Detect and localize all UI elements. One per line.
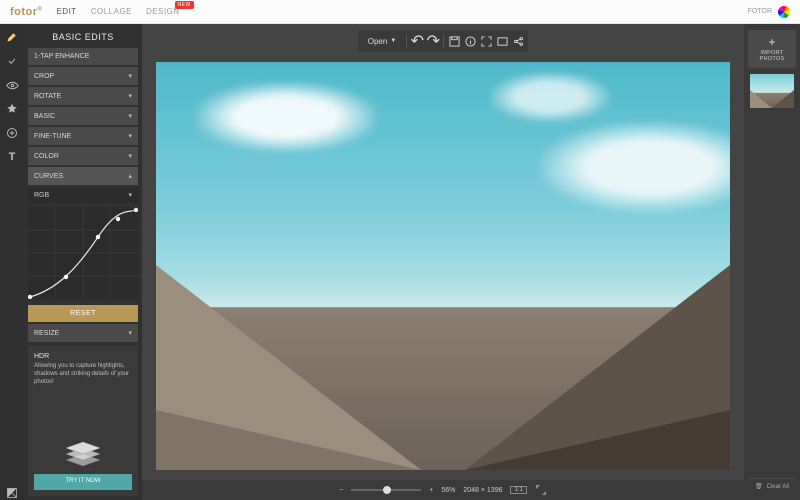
chevron-down-icon: ▼ bbox=[390, 38, 396, 44]
chevron-down-icon: ▾ bbox=[128, 72, 132, 80]
chevron-down-icon: ▾ bbox=[128, 132, 132, 140]
expand-icon[interactable] bbox=[535, 484, 547, 496]
canvas-area: Open ▼ ↶ ↷ − + 56% 2048 × 1396 1:1 bbox=[142, 24, 744, 500]
photo-thumbnail[interactable] bbox=[750, 74, 794, 108]
logo: fotor® bbox=[10, 6, 42, 18]
undo-icon[interactable]: ↶ bbox=[411, 35, 423, 47]
top-toolbar: Open ▼ ↶ ↷ bbox=[358, 30, 529, 52]
import-photos-button[interactable]: + IMPORT PHOTOS bbox=[748, 30, 796, 68]
aspect-ratio[interactable]: 1:1 bbox=[510, 486, 526, 494]
section-1tap[interactable]: 1-TAP ENHANCE bbox=[28, 48, 138, 65]
curves-graph[interactable] bbox=[28, 207, 138, 299]
zoom-in-button[interactable]: + bbox=[429, 487, 433, 494]
trash-icon: 🗑 bbox=[755, 483, 763, 490]
tab-collage[interactable]: COLLAGE bbox=[91, 7, 132, 16]
text-icon[interactable]: T bbox=[5, 150, 19, 164]
bottom-bar: − + 56% 2048 × 1396 1:1 bbox=[142, 480, 744, 500]
account-label[interactable]: FOTOR bbox=[748, 8, 772, 15]
chevron-down-icon: ▾ bbox=[128, 191, 132, 199]
badge-new: NEW bbox=[175, 1, 194, 9]
canvas-wrap bbox=[142, 52, 744, 480]
section-rotate[interactable]: ROTATE▾ bbox=[28, 87, 138, 105]
section-curves[interactable]: CURVES▴ bbox=[28, 167, 138, 185]
eye-icon[interactable] bbox=[5, 78, 19, 92]
share-icon[interactable] bbox=[512, 35, 524, 47]
pencil-icon[interactable] bbox=[5, 30, 19, 44]
circle-plus-icon[interactable] bbox=[5, 126, 19, 140]
tool-strip: T bbox=[0, 24, 24, 500]
brand-tabs: EDIT COLLAGE DESIGN NEW bbox=[56, 7, 179, 16]
color-wheel-icon[interactable] bbox=[778, 6, 790, 18]
brand-right: FOTOR bbox=[748, 6, 790, 18]
panel-title: BASIC EDITS bbox=[28, 24, 138, 48]
accordion: 1-TAP ENHANCE CROP▾ ROTATE▾ BASIC▾ FINE-… bbox=[28, 48, 138, 342]
chevron-down-icon: ▾ bbox=[128, 329, 132, 337]
section-basic[interactable]: BASIC▾ bbox=[28, 107, 138, 125]
info-icon[interactable] bbox=[464, 35, 476, 47]
plus-icon: + bbox=[748, 36, 796, 48]
section-finetune[interactable]: FINE-TUNE▾ bbox=[28, 127, 138, 145]
chevron-up-icon: ▴ bbox=[128, 172, 132, 180]
save-icon[interactable] bbox=[448, 35, 460, 47]
section-crop[interactable]: CROP▾ bbox=[28, 67, 138, 85]
try-it-now-button[interactable]: TRY IT NOW bbox=[34, 474, 132, 490]
import-label: IMPORT PHOTOS bbox=[748, 50, 796, 62]
brand-bar: fotor® EDIT COLLAGE DESIGN NEW FOTOR bbox=[0, 0, 800, 24]
app-body: T BASIC EDITS 1-TAP ENHANCE CROP▾ ROTATE… bbox=[0, 24, 800, 500]
section-color[interactable]: COLOR▾ bbox=[28, 147, 138, 165]
fullscreen-icon[interactable] bbox=[480, 35, 492, 47]
tab-design[interactable]: DESIGN NEW bbox=[146, 7, 180, 16]
fit-icon[interactable] bbox=[496, 35, 508, 47]
zoom-value: 56% bbox=[441, 487, 455, 494]
curves-channel-select[interactable]: RGB▾ bbox=[28, 187, 138, 203]
image-dimensions: 2048 × 1396 bbox=[463, 487, 502, 494]
zoom-out-button[interactable]: − bbox=[339, 487, 343, 494]
clear-all-button[interactable]: 🗑 Clear All bbox=[748, 478, 796, 494]
photo-canvas[interactable] bbox=[156, 62, 730, 470]
reset-button[interactable]: RESET bbox=[28, 305, 138, 322]
zoom-slider[interactable] bbox=[351, 489, 421, 491]
chevron-down-icon: ▾ bbox=[128, 92, 132, 100]
section-resize[interactable]: RESIZE▾ bbox=[28, 324, 138, 342]
open-button[interactable]: Open ▼ bbox=[362, 35, 403, 48]
hdr-card: HDR Allowing you to capture highlights, … bbox=[28, 346, 138, 496]
edits-panel: BASIC EDITS 1-TAP ENHANCE CROP▾ ROTATE▾ … bbox=[24, 24, 142, 500]
hdr-desc: Allowing you to capture highlights, shad… bbox=[34, 363, 132, 386]
compare-icon[interactable] bbox=[5, 486, 19, 500]
right-sidebar: + IMPORT PHOTOS 🗑 Clear All bbox=[744, 24, 800, 500]
tab-edit[interactable]: EDIT bbox=[56, 7, 76, 16]
chevron-down-icon: ▾ bbox=[128, 152, 132, 160]
redo-icon[interactable]: ↷ bbox=[427, 35, 439, 47]
chevron-down-icon: ▾ bbox=[128, 112, 132, 120]
layers-icon bbox=[62, 438, 104, 470]
star-icon[interactable] bbox=[5, 102, 19, 116]
hdr-title: HDR bbox=[34, 352, 132, 361]
enhance-icon[interactable] bbox=[5, 54, 19, 68]
